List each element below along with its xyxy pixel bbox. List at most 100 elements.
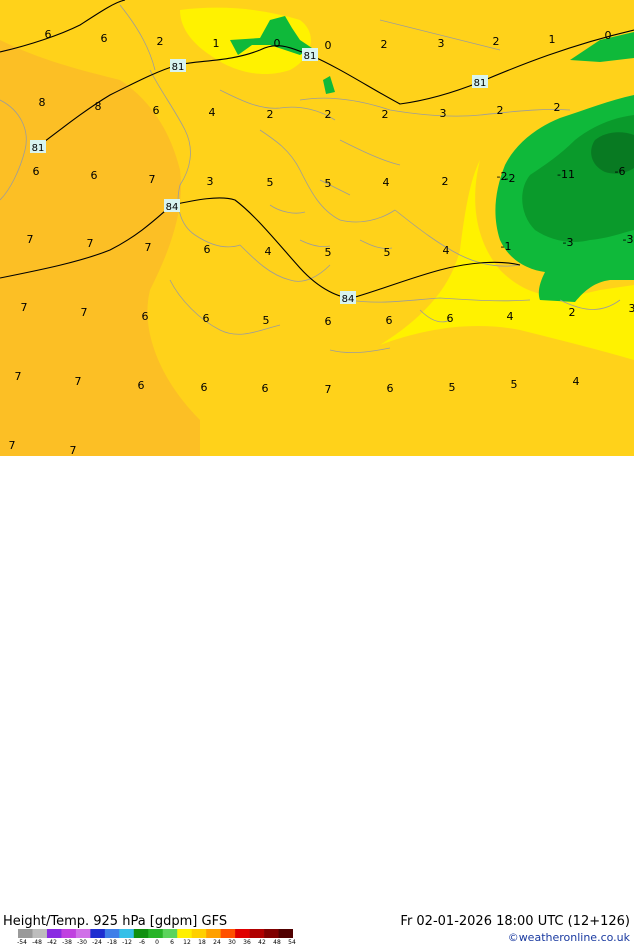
temperature-label: 7 <box>15 370 22 383</box>
colorbar-tick: 24 <box>213 939 221 946</box>
colorbar-tick: 36 <box>243 939 251 946</box>
colorbar-segment <box>221 929 236 938</box>
temperature-label: 2 <box>569 306 576 319</box>
temperature-label: 6 <box>201 381 208 394</box>
weather-map: 662100232108864222322-266735542-2-11-677… <box>0 0 634 490</box>
temperature-label: 6 <box>387 382 394 395</box>
temperature-label: 6 <box>204 243 211 256</box>
colorbar-segment <box>279 929 293 938</box>
temperature-label: 6 <box>447 312 454 325</box>
temperature-label: 2 <box>325 108 332 121</box>
colorbar-segment <box>235 929 250 938</box>
colorbar-tick: -38 <box>62 939 72 946</box>
temperature-label: 3 <box>440 107 447 120</box>
temperature-label: 4 <box>209 106 216 119</box>
colorbar-segment <box>119 929 134 938</box>
colorbar-segment <box>206 929 221 938</box>
temperature-label: 7 <box>21 301 28 314</box>
isoline-label: 81 <box>172 62 185 73</box>
temperature-label: 1 <box>213 37 220 50</box>
colorbar-tick: -30 <box>77 939 87 946</box>
temperature-label: 5 <box>267 176 274 189</box>
temperature-label: 6 <box>153 104 160 117</box>
colorbar-tick: -6 <box>139 939 145 946</box>
temperature-label: -1 <box>501 240 512 253</box>
credit-link[interactable]: ©weatheronline.co.uk <box>508 931 630 944</box>
temperature-label: 7 <box>149 173 156 186</box>
colorbar-ticks: -54-48-42-38-30-24-18-12-606121824303642… <box>16 939 296 946</box>
colorbar-tick: -54 <box>17 939 27 946</box>
colorbar-segment <box>134 929 149 938</box>
temperature-label: 4 <box>383 176 390 189</box>
temperature-label: 7 <box>27 233 34 246</box>
temperature-label: 6 <box>101 32 108 45</box>
colorbar-tick: 12 <box>183 939 191 946</box>
colorbar-tick: 48 <box>273 939 281 946</box>
isoline-label: 84 <box>166 202 179 213</box>
temperature-label: -3 <box>623 233 634 246</box>
colorbar-segment <box>76 929 91 938</box>
temperature-label: 2 <box>381 38 388 51</box>
temperature-label: 3 <box>207 175 214 188</box>
temperature-label: -6 <box>615 165 626 178</box>
temperature-label: 2 <box>493 35 500 48</box>
temperature-label: 1 <box>549 33 556 46</box>
temperature-label: -3 <box>563 236 574 249</box>
temperature-label: 5 <box>263 314 270 327</box>
temperature-label: 5 <box>511 378 518 391</box>
temperature-label: 6 <box>45 28 52 41</box>
colorbar-tick: -12 <box>122 939 132 946</box>
colorbar-tick: -24 <box>92 939 102 946</box>
colorbar-tick: 18 <box>198 939 206 946</box>
temperature-label: 5 <box>449 381 456 394</box>
colorbar-segment <box>105 929 120 938</box>
temperature-label: 7 <box>87 237 94 250</box>
temperature-label: -2 <box>497 170 508 183</box>
colorbar-tick: 6 <box>170 939 174 946</box>
temperature-label: -11 <box>557 168 575 181</box>
temperature-label: 6 <box>325 315 332 328</box>
isoline-label: 84 <box>342 294 355 305</box>
temperature-label: 2 <box>497 104 504 117</box>
map-title: Height/Temp. 925 hPa [gdpm] GFS <box>3 914 227 929</box>
temperature-label: 7 <box>145 241 152 254</box>
temperature-label: 3 <box>629 302 634 315</box>
temperature-label: 2 <box>382 108 389 121</box>
colorbar-tick: -42 <box>47 939 57 946</box>
colorbar-tick: -18 <box>107 939 117 946</box>
temperature-label: 7 <box>325 383 332 396</box>
colorbar-segment <box>32 929 47 938</box>
isoline-label: 81 <box>474 78 487 89</box>
temperature-label: 6 <box>33 165 40 178</box>
colorbar-tick: -48 <box>32 939 42 946</box>
temperature-label: 3 <box>438 37 445 50</box>
temperature-label: 2 <box>267 108 274 121</box>
temperature-label: 7 <box>81 306 88 319</box>
colorbar-tick: 0 <box>155 939 159 946</box>
colorbar-segment <box>61 929 76 938</box>
isoline-label: 81 <box>304 51 317 62</box>
temperature-label: 0 <box>274 37 281 50</box>
temperature-label: 2 <box>442 175 449 188</box>
temperature-label: 6 <box>386 314 393 327</box>
colorbar <box>18 929 293 938</box>
temperature-label: 4 <box>507 310 514 323</box>
temperature-label: 6 <box>262 382 269 395</box>
colorbar-tick: 42 <box>258 939 266 946</box>
temperature-label: 7 <box>9 439 16 452</box>
temperature-label: 6 <box>91 169 98 182</box>
colorbar-segment <box>250 929 265 938</box>
temperature-label: 8 <box>95 100 102 113</box>
temperature-label: 4 <box>265 245 272 258</box>
colorbar-segment <box>192 929 207 938</box>
temperature-label: 8 <box>39 96 46 109</box>
colorbar-segment <box>177 929 192 938</box>
temperature-label: 6 <box>142 310 149 323</box>
colorbar-segment <box>47 929 62 938</box>
isoline-label: 81 <box>32 143 45 154</box>
colorbar-segment <box>18 929 33 938</box>
temperature-label: 7 <box>75 375 82 388</box>
temperature-label: 6 <box>138 379 145 392</box>
temperature-label: 5 <box>384 246 391 259</box>
temperature-label: 4 <box>573 375 580 388</box>
